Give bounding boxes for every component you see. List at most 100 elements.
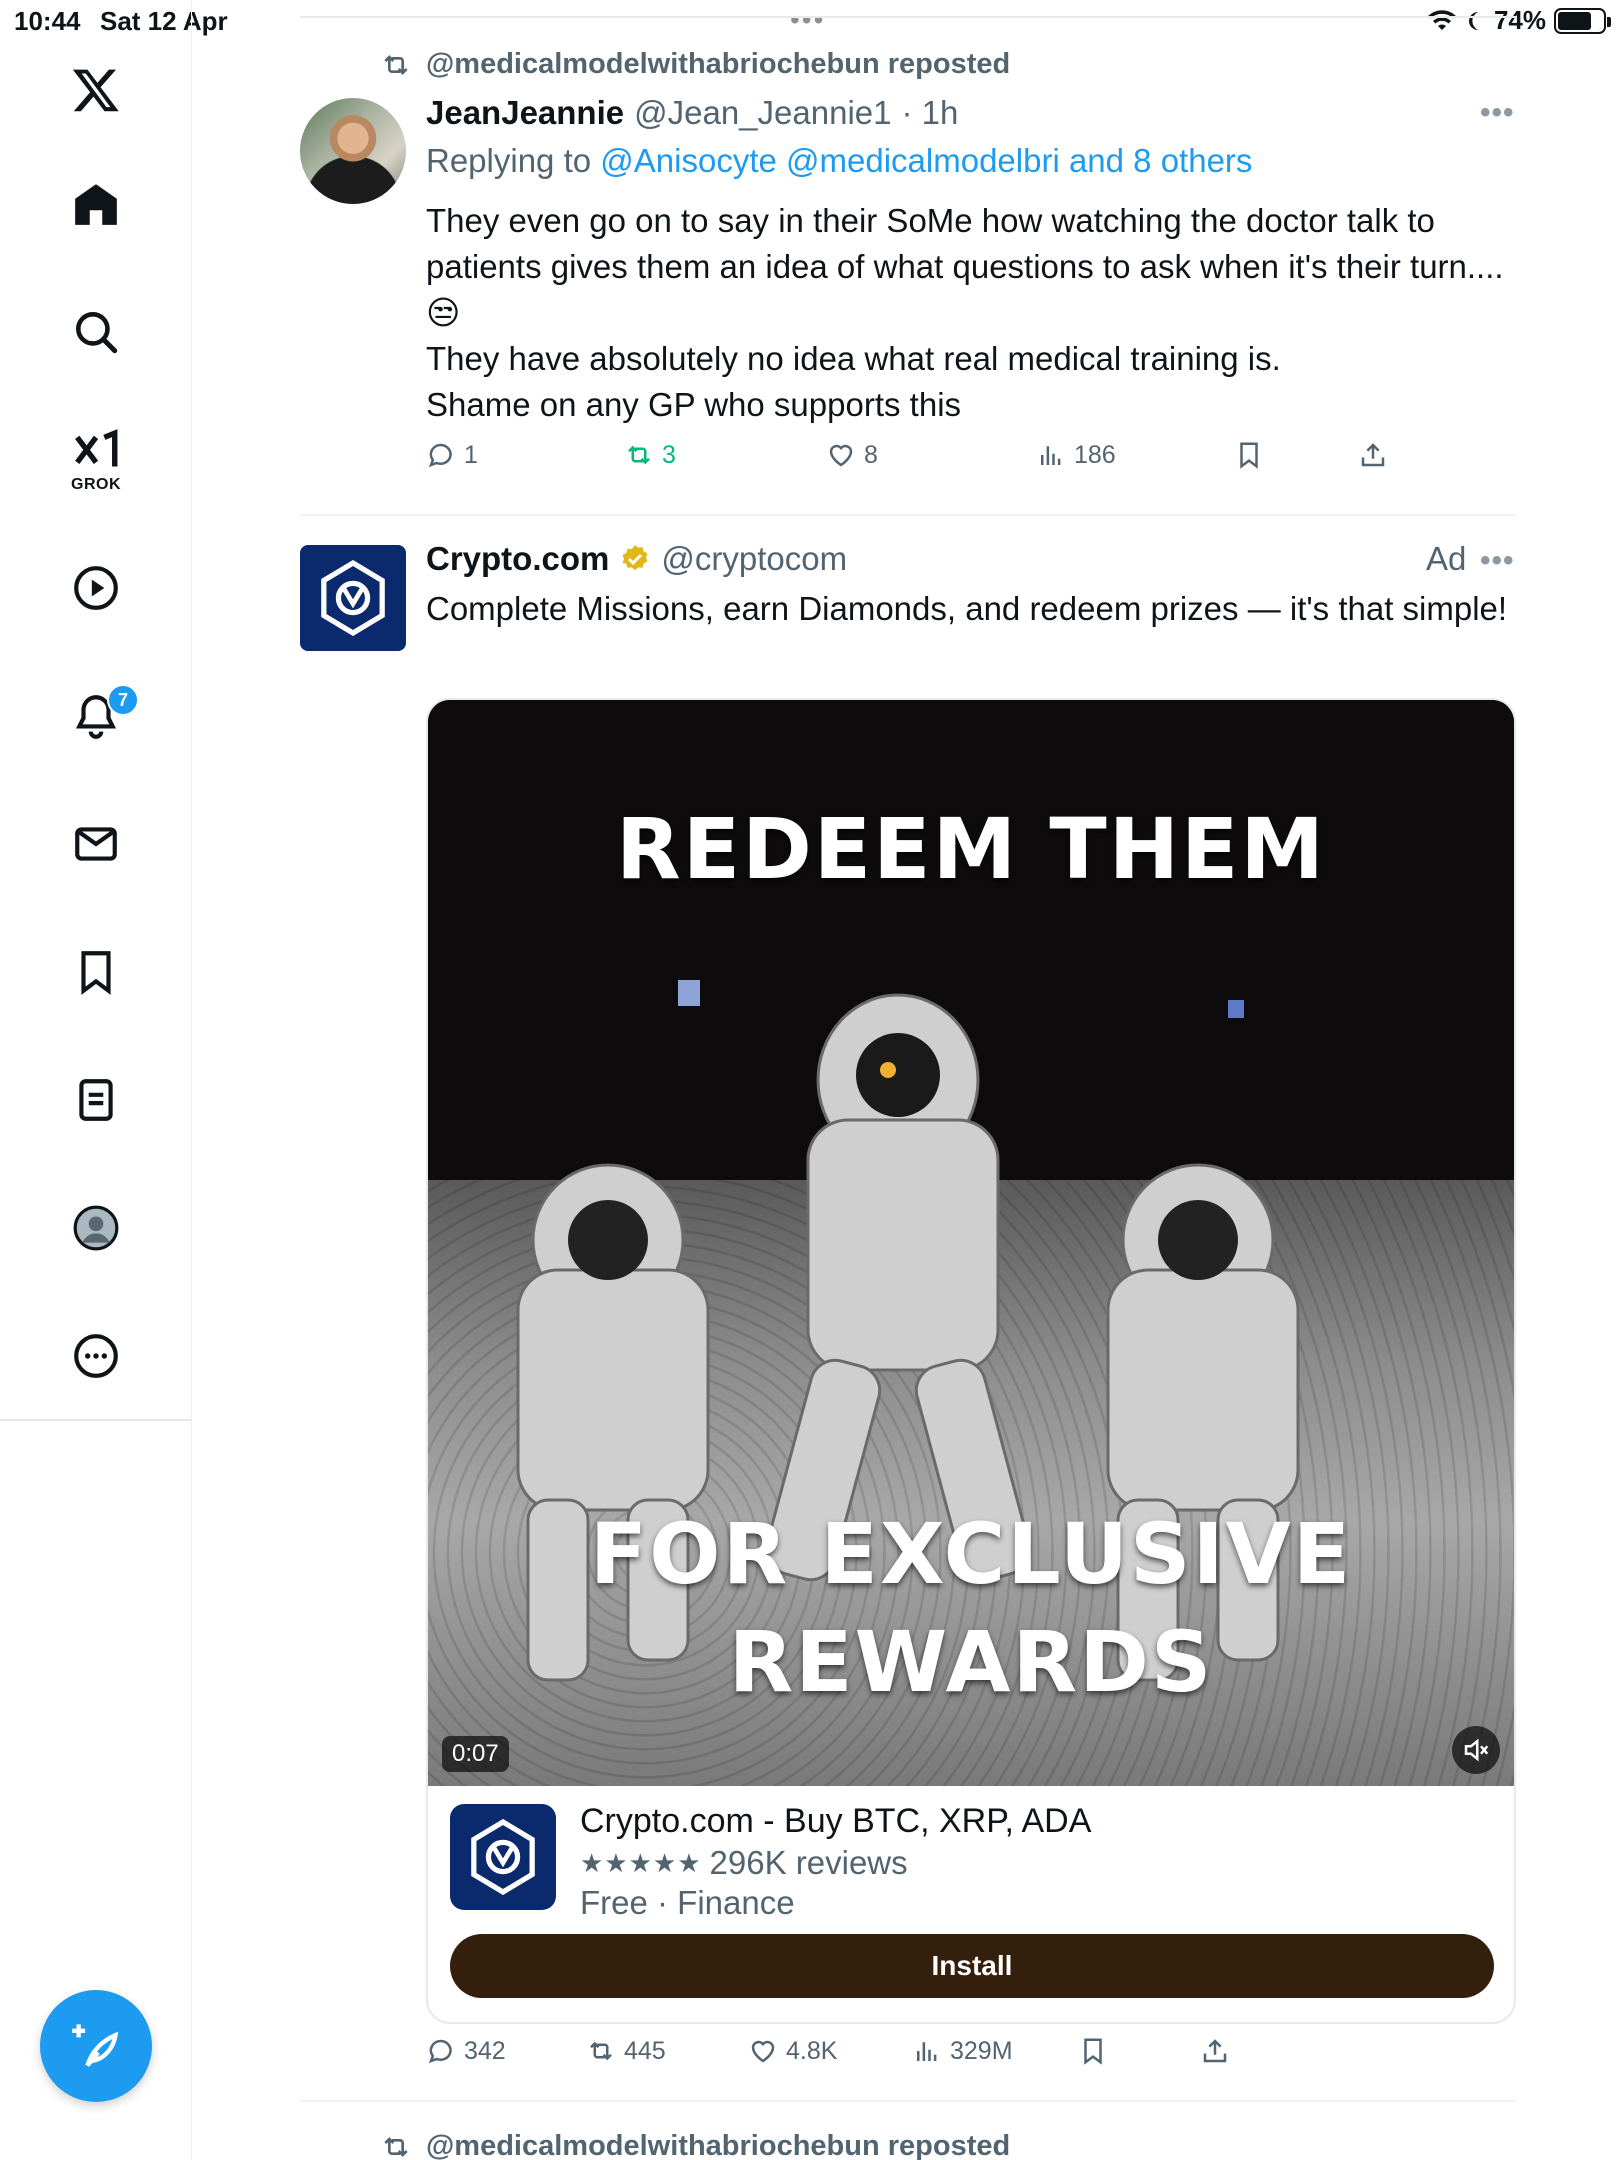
views-button[interactable]: 186	[1036, 440, 1116, 470]
repost-indicator: @medicalmodelwithabriochebun reposted	[380, 2130, 1010, 2160]
user-avatar[interactable]	[300, 98, 406, 204]
replying-to: Replying to @Anisocyte @medicalmodelbri …	[426, 142, 1252, 180]
brand-avatar[interactable]	[300, 545, 406, 651]
video-timer: 0:07	[442, 1736, 509, 1772]
reply-button[interactable]: 342	[426, 2036, 506, 2066]
post-text: Complete Missions, earn Diamonds, and re…	[426, 590, 1508, 627]
heart-icon	[829, 444, 853, 467]
like-button[interactable]: 8	[826, 440, 878, 470]
battery-level	[1558, 11, 1591, 30]
video-play-icon[interactable]	[52, 544, 140, 632]
view-count: 329M	[950, 2036, 1013, 2065]
lists-icon[interactable]	[52, 1056, 140, 1144]
app-title: Crypto.com - Buy BTC, XRP, ADA	[580, 1802, 1092, 1840]
sidebar-divider	[0, 1419, 192, 1421]
star-rating-icon: ★★★★★	[580, 1847, 702, 1878]
views-button[interactable]: 329M	[912, 2036, 1013, 2066]
post-header: JeanJeannie @Jean_Jeannie1 · 1h	[426, 94, 958, 132]
compose-post-button[interactable]	[40, 1990, 152, 2102]
post-text-line: Shame on any GP who supports this	[426, 386, 962, 423]
display-name[interactable]: JeanJeannie	[426, 94, 624, 132]
repost-button[interactable]: 445	[586, 2036, 666, 2066]
repost-indicator: @medicalmodelwithabriochebun reposted	[380, 48, 1010, 81]
ad-video[interactable]: REDEEM THEM FOR EXCLUSIVE REWARDS 0:07	[428, 700, 1514, 1786]
post-header: Crypto.com @cryptocom	[426, 540, 847, 578]
home-icon[interactable]	[52, 160, 140, 248]
like-count: 8	[864, 440, 878, 469]
repost-button[interactable]: 3	[624, 440, 676, 470]
reply-targets-link[interactable]: @Anisocyte @medicalmodelbri and 8 others	[600, 142, 1252, 179]
post-body: Complete Missions, earn Diamonds, and re…	[426, 586, 1516, 632]
bookmark-icon	[1240, 442, 1258, 469]
like-count: 4.8K	[786, 2036, 838, 2065]
post-text-line: They even go on to say in their SoMe how…	[426, 202, 1504, 331]
ad-label: Ad	[1426, 540, 1467, 577]
repost-count: 445	[624, 2036, 666, 2065]
messages-envelope-icon[interactable]	[52, 800, 140, 888]
repost-count: 3	[662, 440, 676, 469]
repost-icon	[628, 445, 650, 465]
reply-count: 1	[464, 440, 478, 469]
post-more-icon[interactable]: •••	[1480, 544, 1515, 578]
profile-avatar-icon[interactable]	[52, 1184, 140, 1272]
app-install-card[interactable]: Crypto.com - Buy BTC, XRP, ADA ★★★★★ 296…	[428, 1786, 1514, 2022]
view-count: 186	[1074, 440, 1116, 469]
views-chart-icon	[917, 2042, 937, 2061]
post-more-icon[interactable]: •••	[1480, 96, 1515, 130]
notifications-badge: 7	[107, 684, 139, 716]
install-button[interactable]: Install	[450, 1934, 1494, 1998]
app-icon	[450, 1804, 556, 1910]
user-handle[interactable]: @Jean_Jeannie1	[634, 94, 891, 132]
user-handle[interactable]: @cryptocom	[661, 540, 847, 578]
repost-icon	[384, 54, 408, 75]
repost-icon	[384, 2136, 408, 2157]
post-actions: 1 3 8 186	[426, 440, 1516, 490]
post-divider	[300, 514, 1516, 516]
search-icon[interactable]	[52, 288, 140, 376]
video-headline-bottom: FOR EXCLUSIVE REWARDS	[589, 1505, 1353, 1711]
timeline-feed: @medicalmodelwithabriochebun reposted Je…	[300, 0, 1516, 2160]
share-icon	[1203, 2039, 1227, 2063]
app-meta: Free · Finance	[580, 1884, 795, 1921]
x-logo-icon[interactable]	[52, 46, 140, 134]
reply-count: 342	[464, 2036, 506, 2065]
post-actions: 342 445 4.8K 329M	[426, 2036, 1516, 2086]
repost-text[interactable]: @medicalmodelwithabriochebun reposted	[426, 48, 1010, 81]
video-headline-top: REDEEM THEM	[616, 800, 1326, 898]
views-chart-icon	[1041, 446, 1061, 465]
bookmark-button[interactable]	[1078, 2036, 1108, 2066]
grok-label: GROK	[71, 476, 121, 493]
bookmarks-icon[interactable]	[52, 928, 140, 1016]
app-reviews: 296K reviews	[709, 1844, 908, 1881]
repost-icon	[590, 2041, 612, 2061]
ad-media-card[interactable]: REDEEM THEM FOR EXCLUSIVE REWARDS 0:07 C…	[426, 698, 1516, 2024]
repost-text[interactable]: @medicalmodelwithabriochebun reposted	[426, 2130, 1010, 2160]
post-divider	[300, 2100, 1516, 2102]
compose-feather-icon	[72, 2024, 119, 2067]
reply-prefix: Replying to	[426, 142, 592, 179]
reply-button[interactable]: 1	[426, 440, 478, 470]
sidebar-nav: GROK 7	[0, 0, 192, 2160]
like-button[interactable]: 4.8K	[748, 2036, 837, 2066]
battery-icon	[1554, 7, 1611, 34]
speaker-muted-icon	[1464, 1738, 1489, 1762]
more-options-icon[interactable]	[52, 1312, 140, 1400]
share-button[interactable]	[1200, 2036, 1230, 2066]
reply-icon	[428, 2039, 452, 2064]
app-rating: ★★★★★ 296K reviews	[580, 1844, 908, 1882]
post-text-line: They have absolutely no idea what real m…	[426, 340, 1281, 377]
share-button[interactable]	[1358, 440, 1388, 470]
crypto-com-logo-icon	[471, 1819, 535, 1895]
verified-gold-badge-icon	[622, 545, 648, 571]
heart-icon	[751, 2040, 775, 2063]
top-divider	[300, 16, 1516, 18]
display-name[interactable]: Crypto.com	[426, 540, 609, 578]
mute-button[interactable]	[1452, 1726, 1500, 1774]
post-body: They even go on to say in their SoMe how…	[426, 198, 1516, 428]
reply-icon	[428, 443, 452, 468]
post-time[interactable]: · 1h	[902, 94, 959, 132]
bookmark-button[interactable]	[1234, 440, 1264, 470]
share-icon	[1361, 443, 1385, 467]
crypto-com-logo-icon	[321, 560, 385, 636]
bookmark-icon	[1084, 2038, 1102, 2065]
